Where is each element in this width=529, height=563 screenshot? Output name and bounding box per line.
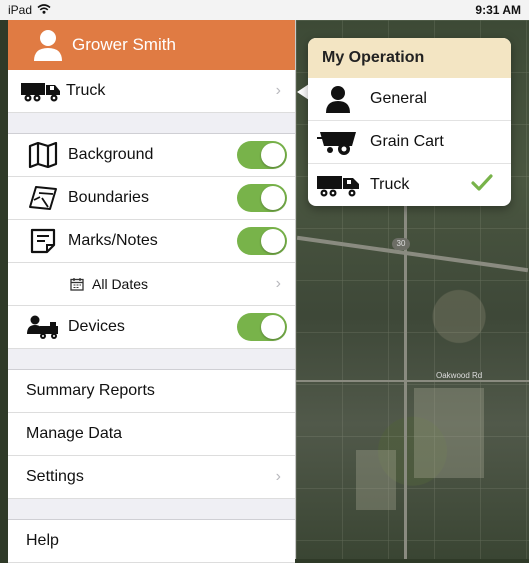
operation-option-grain-cart[interactable]: Grain Cart [308,121,511,164]
highway-shield: 30 [392,238,410,250]
menu-item-label: Settings [26,468,84,485]
section-gap [8,349,295,370]
layer-marks-notes: Marks/Notes [8,220,295,263]
vehicle-selector[interactable]: Truck › [8,70,295,113]
checkmark-icon [471,174,493,197]
neighborhood [356,450,396,510]
background-toggle[interactable] [237,141,287,169]
toggle-knob [261,186,285,210]
vehicle-label: Truck [66,82,106,99]
date-filter-label: All Dates [92,276,149,292]
layer-label: Marks/Notes [68,232,158,249]
menu-item-settings[interactable]: Settings › [8,456,295,499]
clock: 9:31 AM [475,3,521,17]
option-label: General [370,90,427,107]
boundaries-icon [26,185,60,211]
operation-option-general[interactable]: General [308,78,511,121]
section-gap [8,499,295,520]
devices-toggle[interactable] [237,313,287,341]
road-horizontal [296,380,529,382]
toggle-knob [261,315,285,339]
calendar-icon [70,277,84,291]
user-name: Grower Smith [72,35,176,54]
devices-row: Devices [8,306,295,349]
road-label: Oakwood Rd [436,371,483,380]
subdivision [414,388,484,478]
layer-label: Background [68,146,154,163]
side-menu: Grower Smith Truck › Background Boundari… [8,20,296,563]
section-gap [8,113,295,134]
layer-boundaries: Boundaries [8,177,295,220]
user-header[interactable]: Grower Smith [8,20,295,70]
devices-icon [26,314,60,340]
layer-label: Boundaries [68,189,149,206]
operation-popover: My Operation General Grain Cart Truck [308,38,511,206]
user-icon [30,27,66,63]
menu-item-label: Help [26,532,59,549]
popover-title: My Operation [308,38,511,78]
date-filter[interactable]: All Dates › [8,263,295,306]
layer-background: Background [8,134,295,177]
menu-item-label: Manage Data [26,425,123,442]
chevron-right-icon: › [275,275,281,292]
toggle-knob [261,143,285,167]
chevron-right-icon: › [275,468,281,485]
option-label: Truck [370,176,410,193]
marks-notes-toggle[interactable] [237,227,287,255]
menu-item-manage-data[interactable]: Manage Data [8,413,295,456]
truck-icon [316,170,360,200]
devices-label: Devices [68,318,125,335]
grain-cart-icon [316,127,360,157]
device-label: iPad [8,3,33,17]
menu-item-summary-reports[interactable]: Summary Reports [8,370,295,413]
person-icon [316,84,360,114]
truck-icon [20,78,62,104]
menu-item-label: Summary Reports [26,382,155,399]
toggle-knob [261,229,285,253]
operation-option-truck[interactable]: Truck [308,164,511,206]
menu-item-help[interactable]: Help [8,520,295,563]
wifi-icon [37,3,51,17]
chevron-right-icon: › [275,82,281,99]
boundaries-toggle[interactable] [237,184,287,212]
status-bar: iPad 9:31 AM [0,0,529,20]
note-icon [26,228,60,254]
option-label: Grain Cart [370,133,444,150]
map-icon [26,142,60,168]
